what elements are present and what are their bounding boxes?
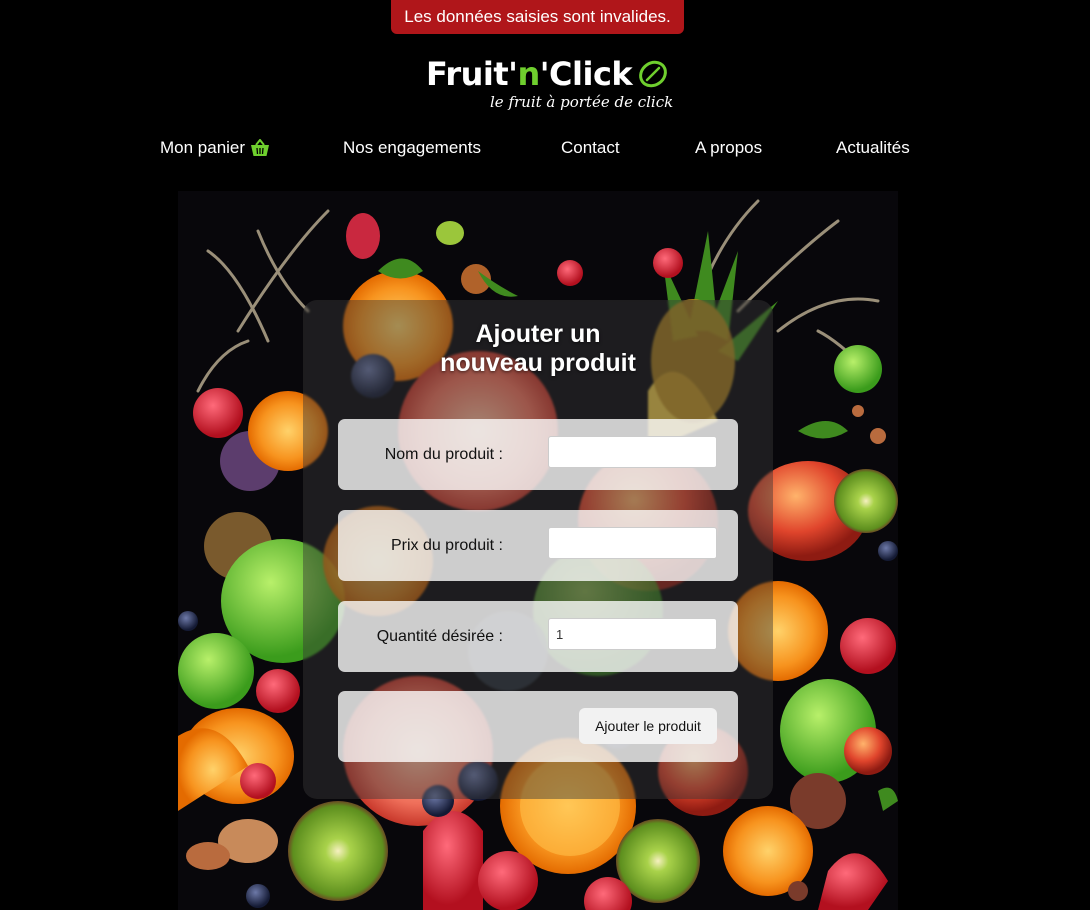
brand-tagline: le fruit à portée de click: [490, 93, 674, 111]
site-logo[interactable]: Fruit' n 'Click: [426, 54, 668, 94]
form-title: Ajouter un nouveau produit: [303, 320, 773, 378]
nav-item-label: Mon panier: [160, 138, 246, 157]
nav-item-engagements[interactable]: Nos engagements: [343, 138, 481, 158]
nav-item-cart[interactable]: Mon panier: [160, 138, 270, 158]
product-price-input[interactable]: [548, 527, 717, 559]
product-name-label: Nom du produit :: [384, 445, 503, 463]
product-name-row: Nom du produit :: [338, 419, 738, 490]
add-product-button[interactable]: Ajouter le produit: [579, 708, 717, 744]
quantity-row: Quantité désirée :: [338, 601, 738, 672]
quantity-input[interactable]: [548, 618, 717, 650]
logo-text-part1: Fruit': [426, 55, 518, 93]
form-title-line1: Ajouter un: [475, 320, 601, 348]
quantity-label: Quantité désirée :: [376, 627, 503, 645]
logo-text-part3: 'Click: [539, 55, 633, 93]
product-name-input[interactable]: [548, 436, 717, 468]
leaf-icon: [639, 60, 668, 88]
basket-icon: [251, 139, 270, 156]
main-nav: Mon panier Nos engagements Contact A pro…: [0, 138, 1090, 162]
nav-item-contact[interactable]: Contact: [561, 138, 620, 158]
submit-row: Ajouter le produit: [338, 691, 738, 762]
nav-item-news[interactable]: Actualités: [836, 138, 910, 158]
logo-text-part2: n: [517, 55, 540, 93]
product-price-label: Prix du produit :: [390, 536, 503, 554]
product-price-row: Prix du produit :: [338, 510, 738, 581]
error-alert: Les données saisies sont invalides.: [391, 0, 684, 34]
form-title-line2: nouveau produit: [440, 349, 636, 377]
nav-item-about[interactable]: A propos: [695, 138, 762, 158]
